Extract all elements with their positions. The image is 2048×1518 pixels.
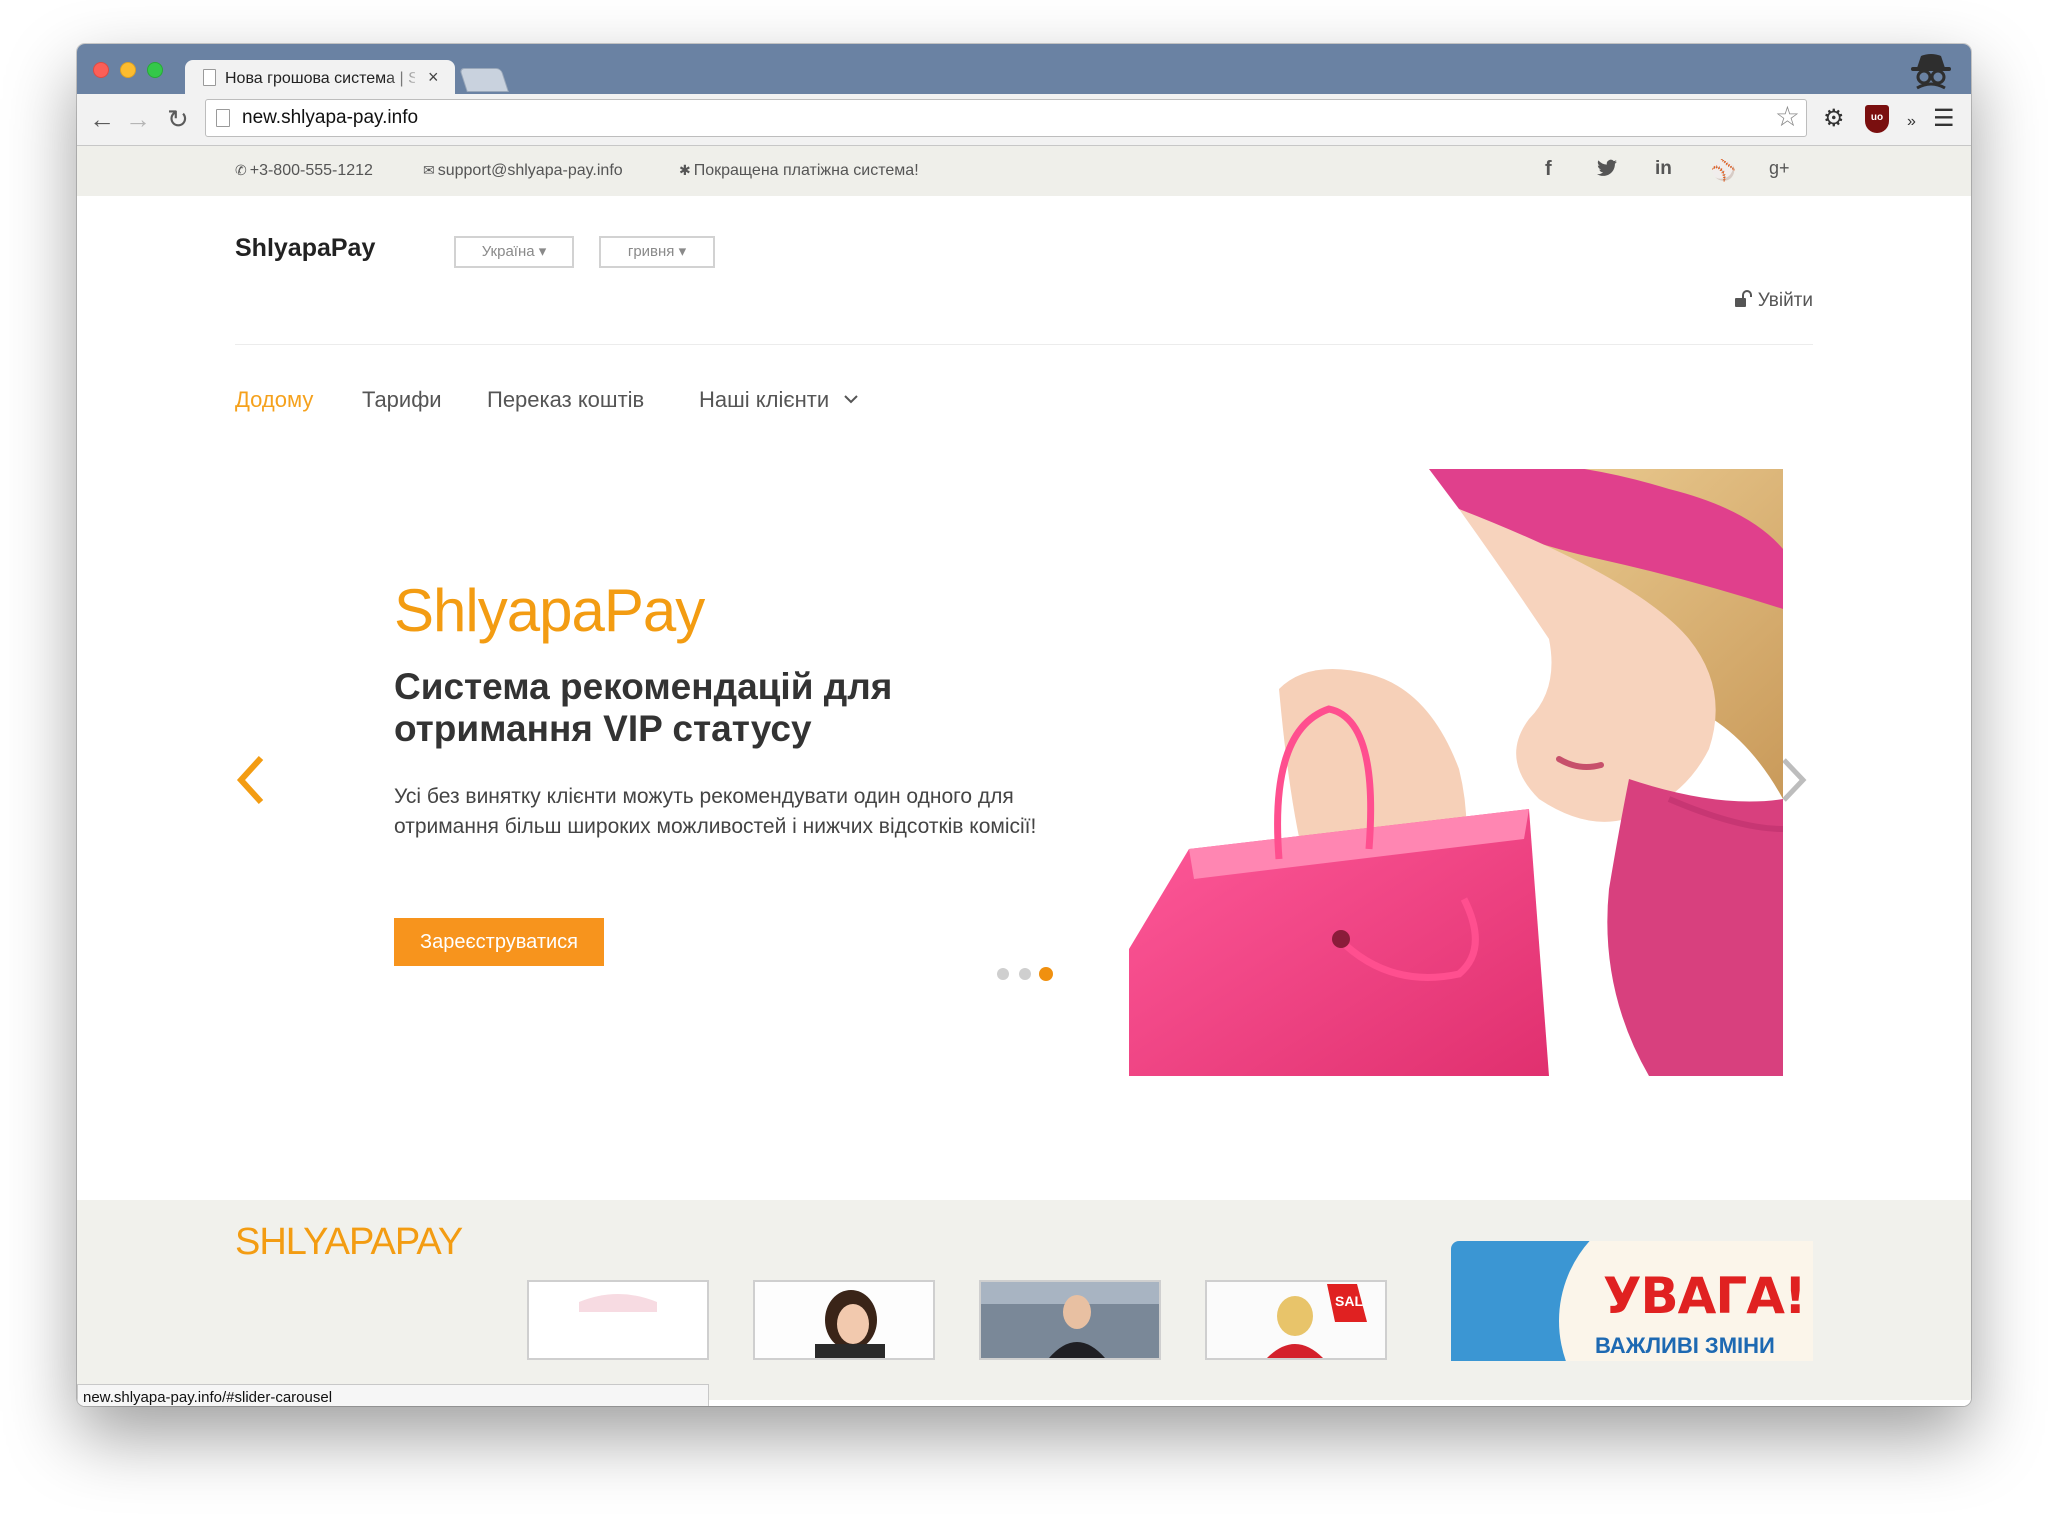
address-bar[interactable]: new.shlyapa-pay.info ☆ [205,99,1807,137]
slogan: ✱ Покращена платіжна система! [679,162,919,179]
extensions-overflow-icon[interactable]: » [1907,109,1916,135]
slider-dot-1[interactable] [997,968,1009,980]
slider-dot-2[interactable] [1019,968,1031,980]
currency-select[interactable]: гривня ▾ [599,236,715,268]
nav-clients[interactable]: Наші клієнти [699,387,859,413]
twitter-icon[interactable] [1597,159,1617,183]
slider-next-arrow-icon[interactable] [1779,756,1809,804]
promo-banner[interactable]: УВАГА! ВАЖЛИВІ ЗМІНИ [1451,1241,1813,1361]
close-window-button[interactable] [93,62,109,78]
email-contact[interactable]: ✉ support@shlyapa-pay.info [423,162,623,180]
browser-toolbar: ← → ↻ new.shlyapa-pay.info ☆ ⚙ uo » ☰ [77,94,1971,146]
linkedin-icon[interactable]: in [1655,158,1672,180]
promo-subtitle: ВАЖЛИВІ ЗМІНИ [1595,1333,1775,1358]
page-icon [203,69,216,86]
back-arrow-icon[interactable]: ← [89,106,115,132]
slide-title: Система рекомендацій для отримання VIP с… [394,666,893,749]
tab-close-button[interactable]: × [428,67,439,87]
hero-image-girl-with-shopping-bag [1129,469,1783,1076]
tab-bar: Нова грошова система | S × [77,44,1971,96]
thumbnail-2[interactable] [753,1280,935,1360]
register-button[interactable]: Зареєструватися [394,918,604,966]
phone-icon: ✆ [235,162,247,178]
contact-topbar: ✆ +3-800-555-1212 ✉ support@shlyapa-pay.in… [77,146,1971,196]
zoom-window-button[interactable] [147,62,163,78]
minimize-window-button[interactable] [120,62,136,78]
google-plus-icon[interactable]: g+ [1769,158,1790,179]
slide-text: Усі без винятку клієнти можуть рекоменду… [394,785,1037,838]
footer-logo: SHLYAPAPAY [235,1221,463,1263]
nav-tariffs[interactable]: Тарифи [362,387,442,413]
header-divider [235,344,1813,345]
phone-contact[interactable]: ✆ +3-800-555-1212 [235,162,373,180]
thumbnail-1[interactable] [527,1280,709,1360]
browser-window: Нова грошова система | S × ← → ↻ new.shl… [77,44,1971,1406]
slider-prev-arrow-icon[interactable] [233,754,267,806]
login-link[interactable]: Увійти [1734,290,1813,312]
asterisk-icon: ✱ [679,162,691,178]
address-bar-url[interactable]: new.shlyapa-pay.info [242,107,418,129]
promo-title: УВАГА! [1603,1267,1807,1325]
facebook-icon[interactable]: f [1545,158,1552,181]
svg-text:SAL: SAL [1335,1293,1363,1309]
dribbble-icon[interactable]: ⚾ [1711,158,1736,183]
slide-brand: ShlyapaPay [394,577,705,644]
ublock-extension-icon[interactable]: uo [1865,105,1889,133]
forward-arrow-icon[interactable]: → [125,106,151,132]
page-icon [216,109,230,127]
country-select[interactable]: Україна ▾ [454,236,574,268]
nav-home[interactable]: Додому [235,387,313,413]
gear-icon[interactable]: ⚙ [1823,106,1845,132]
envelope-icon: ✉ [423,162,435,178]
menu-icon[interactable]: ☰ [1933,106,1955,132]
thumbnail-3[interactable] [979,1280,1161,1360]
status-bar-url: new.shlyapa-pay.info/#slider-carousel [77,1384,709,1406]
unlock-icon [1734,290,1752,307]
incognito-icon [1911,54,1951,90]
chevron-down-icon [844,395,858,404]
new-tab-button[interactable] [459,68,509,92]
reload-icon[interactable]: ↻ [167,106,189,132]
site-logo[interactable]: ShlyapaPay [235,234,375,263]
slider-dot-3[interactable] [1039,967,1053,981]
nav-transfer[interactable]: Переказ коштів [487,387,644,413]
thumbnail-4[interactable]: SAL [1205,1280,1387,1360]
bookmark-star-icon[interactable]: ☆ [1775,102,1800,132]
browser-tab[interactable]: Нова грошова система | S × [185,60,455,96]
